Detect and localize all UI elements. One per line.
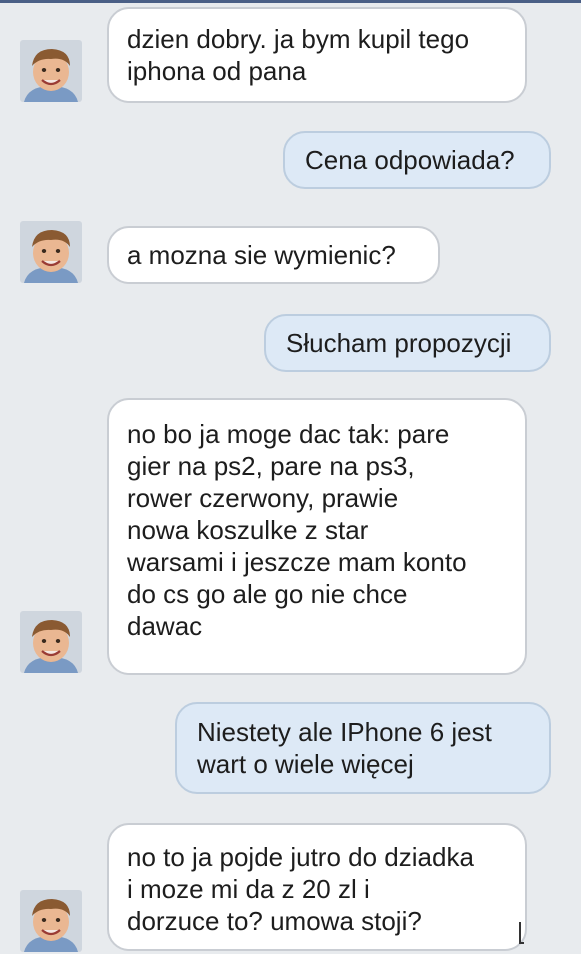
- avatar[interactable]: [20, 221, 82, 283]
- child-avatar-icon: [20, 40, 82, 102]
- incoming-message: a mozna sie wymienic?: [107, 226, 440, 284]
- avatar[interactable]: [20, 611, 82, 673]
- avatar[interactable]: [20, 890, 82, 952]
- child-avatar-icon: [20, 221, 82, 283]
- incoming-message: no bo ja moge dac tak: pare gier na ps2,…: [107, 398, 527, 675]
- outgoing-message: Niestety ale IPhone 6 jest wart o wiele …: [175, 702, 551, 794]
- top-border: [0, 0, 581, 3]
- avatar[interactable]: [20, 40, 82, 102]
- text-cursor-icon: [519, 922, 524, 944]
- outgoing-message: Słucham propozycji: [264, 314, 551, 372]
- child-avatar-icon: [20, 611, 82, 673]
- child-avatar-icon: [20, 890, 82, 952]
- outgoing-message: Cena odpowiada?: [283, 131, 551, 189]
- incoming-message: no to ja pojde jutro do dziadka i moze m…: [107, 823, 527, 951]
- incoming-message: dzien dobry. ja bym kupil tego iphona od…: [107, 7, 527, 103]
